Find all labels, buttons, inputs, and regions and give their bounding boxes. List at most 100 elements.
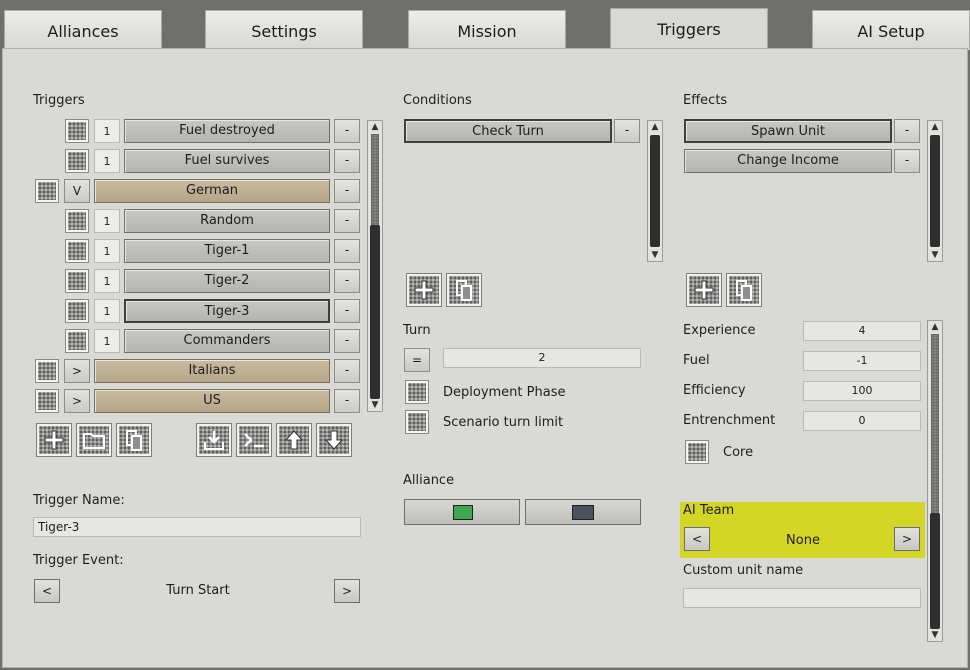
tab-ai-setup[interactable]: AI Setup — [812, 10, 970, 50]
fuel-input[interactable]: -1 — [803, 351, 921, 371]
trigger-item[interactable]: Tiger-2 — [124, 269, 330, 293]
trigger-item[interactable]: Random — [124, 209, 330, 233]
scroll-down-icon[interactable]: ▼ — [648, 249, 662, 261]
remove-trigger-button[interactable]: - — [334, 299, 360, 323]
turn-operator-button[interactable]: = — [404, 348, 430, 372]
trigger-checkbox[interactable] — [65, 149, 89, 173]
tab-settings[interactable]: Settings — [205, 10, 363, 50]
remove-trigger-button[interactable]: - — [334, 209, 360, 233]
scroll-thumb[interactable] — [930, 135, 940, 247]
scroll-down-icon[interactable]: ▼ — [368, 399, 382, 411]
entrenchment-label: Entrenchment — [683, 413, 776, 428]
group-toggle-button[interactable]: > — [64, 389, 90, 413]
group-toggle-button[interactable]: > — [64, 359, 90, 383]
condition-item[interactable]: Check Turn — [404, 119, 612, 143]
tab-triggers[interactable]: Triggers — [610, 8, 768, 52]
add-folder-button[interactable] — [76, 423, 112, 457]
scroll-up-icon[interactable]: ▲ — [368, 121, 382, 133]
trigger-item[interactable]: Tiger-3 — [124, 299, 330, 323]
remove-trigger-button[interactable]: - — [334, 119, 360, 143]
trigger-checkbox[interactable] — [65, 269, 89, 293]
scroll-up-icon[interactable]: ▲ — [648, 121, 662, 133]
trigger-item[interactable]: Commanders — [124, 329, 330, 353]
effect-settings-scrollbar[interactable]: ▲ ▼ — [927, 320, 943, 642]
remove-trigger-button[interactable]: - — [334, 239, 360, 263]
add-trigger-button[interactable] — [36, 423, 72, 457]
core-checkbox[interactable] — [685, 440, 709, 464]
scenario-turn-limit-checkbox[interactable] — [405, 410, 429, 434]
trigger-checkbox[interactable] — [35, 179, 59, 203]
trigger-group-item[interactable]: German — [94, 179, 330, 203]
download-icon — [204, 431, 224, 450]
experience-input[interactable]: 4 — [803, 321, 921, 341]
remove-trigger-button[interactable]: - — [334, 389, 360, 413]
trigger-checkbox[interactable] — [65, 239, 89, 263]
copy-trigger-button[interactable] — [116, 423, 152, 457]
copy-condition-button[interactable] — [446, 273, 482, 307]
move-up-button[interactable] — [276, 423, 312, 457]
trigger-checkbox[interactable] — [65, 209, 89, 233]
conditions-title: Conditions — [403, 93, 472, 108]
remove-trigger-button[interactable]: - — [334, 179, 360, 203]
scroll-thumb[interactable] — [930, 513, 940, 629]
remove-trigger-button[interactable]: - — [334, 359, 360, 383]
trigger-count: 1 — [94, 299, 120, 323]
efficiency-input[interactable]: 100 — [803, 381, 921, 401]
effect-item[interactable]: Change Income — [684, 149, 892, 173]
tab-mission[interactable]: Mission — [408, 10, 566, 50]
effect-item[interactable]: Spawn Unit — [684, 119, 892, 143]
move-down-button[interactable] — [316, 423, 352, 457]
deployment-phase-checkbox[interactable] — [405, 380, 429, 404]
trigger-group-item[interactable]: Italians — [94, 359, 330, 383]
ai-team-next-button[interactable]: > — [894, 527, 920, 551]
turn-label: Turn — [403, 323, 431, 338]
trigger-group-item[interactable]: US — [94, 389, 330, 413]
alliance-button-1[interactable] — [404, 499, 520, 525]
scroll-up-icon[interactable]: ▲ — [928, 321, 942, 333]
trigger-count: 1 — [94, 209, 120, 233]
scroll-down-icon[interactable]: ▼ — [928, 249, 942, 261]
trigger-item[interactable]: Fuel survives — [124, 149, 330, 173]
triggers-scrollbar[interactable]: ▲ ▼ — [367, 120, 383, 412]
scroll-thumb[interactable] — [370, 225, 380, 399]
remove-trigger-button[interactable]: - — [334, 329, 360, 353]
add-condition-button[interactable] — [406, 273, 442, 307]
copy-effect-button[interactable] — [726, 273, 762, 307]
ai-team-prev-button[interactable]: < — [684, 527, 710, 551]
trigger-checkbox[interactable] — [65, 329, 89, 353]
remove-trigger-button[interactable]: - — [334, 149, 360, 173]
remove-effect-button[interactable]: - — [894, 149, 920, 173]
alliance-button-2[interactable] — [525, 499, 641, 525]
scroll-up-icon[interactable]: ▲ — [928, 121, 942, 133]
arrow-up-icon — [284, 430, 304, 450]
remove-effect-button[interactable]: - — [894, 119, 920, 143]
effects-scrollbar[interactable]: ▲ ▼ — [927, 120, 943, 262]
trigger-checkbox[interactable] — [65, 299, 89, 323]
remove-trigger-button[interactable]: - — [334, 269, 360, 293]
trigger-item[interactable]: Tiger-1 — [124, 239, 330, 263]
group-toggle-button[interactable]: V — [64, 179, 90, 203]
add-effect-button[interactable] — [686, 273, 722, 307]
custom-unit-name-input[interactable] — [683, 588, 921, 608]
event-next-button[interactable]: > — [334, 579, 360, 603]
event-prev-button[interactable]: < — [34, 579, 60, 603]
trigger-checkbox[interactable] — [35, 389, 59, 413]
tab-alliances[interactable]: Alliances — [4, 10, 162, 50]
ai-team-label: AI Team — [683, 503, 735, 518]
conditions-scrollbar[interactable]: ▲ ▼ — [647, 120, 663, 262]
efficiency-label: Efficiency — [683, 383, 746, 398]
effects-title: Effects — [683, 93, 728, 108]
trigger-event-label: Trigger Event: — [33, 553, 124, 568]
trigger-item[interactable]: Fuel destroyed — [124, 119, 330, 143]
scroll-thumb[interactable] — [650, 135, 660, 247]
import-button[interactable] — [196, 423, 232, 457]
remove-condition-button[interactable]: - — [614, 119, 640, 143]
scroll-down-icon[interactable]: ▼ — [928, 629, 942, 641]
trigger-name-input[interactable]: Tiger-3 — [33, 517, 361, 537]
trigger-checkbox[interactable] — [35, 359, 59, 383]
turn-value-input[interactable]: 2 — [443, 348, 641, 368]
entrenchment-input[interactable]: 0 — [803, 411, 921, 431]
console-button[interactable] — [236, 423, 272, 457]
ai-team-panel: AI Team < None > — [680, 502, 925, 558]
trigger-checkbox[interactable] — [65, 119, 89, 143]
